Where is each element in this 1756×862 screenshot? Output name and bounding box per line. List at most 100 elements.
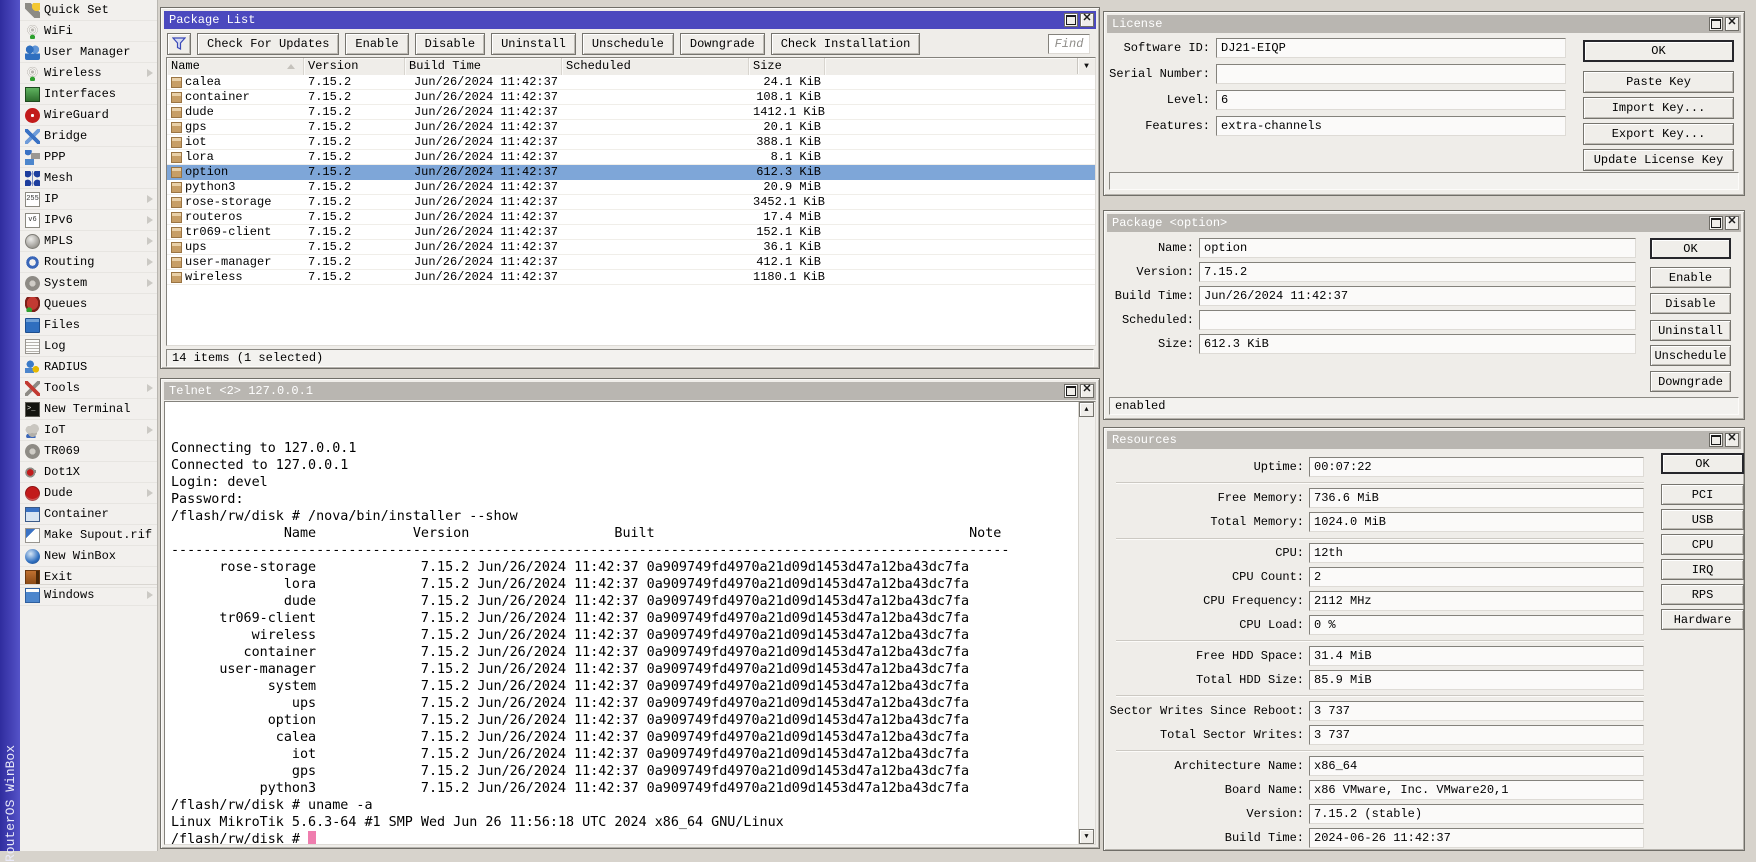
package-list-titlebar[interactable]: Package List ✕ [164,11,1096,29]
sidebar-item-ppp[interactable]: PPP [20,147,157,168]
package-row-option[interactable]: option7.15.2Jun/26/2024 11:42:37612.3 Ki… [167,165,1095,180]
resources-hardware-button[interactable]: Hardware [1661,609,1744,630]
resources-cpu-button[interactable]: CPU [1661,534,1744,555]
package-row-lora[interactable]: lora7.15.2Jun/26/2024 11:42:378.1 KiB [167,150,1095,165]
sidebar-item-mpls[interactable]: MPLS [20,231,157,252]
terminal-area[interactable]: Connecting to 127.0.0.1 Connected to 127… [164,401,1096,845]
sidebar-item-log[interactable]: Log [20,336,157,357]
maximize-button[interactable] [1709,17,1723,31]
license-ok-button[interactable]: OK [1583,40,1734,62]
package-row-rose-storage[interactable]: rose-storage7.15.2Jun/26/2024 11:42:3734… [167,195,1095,210]
sidebar-item-ip[interactable]: 255IP [20,189,157,210]
disable-button[interactable]: Disable [415,33,485,55]
column-header-scheduled[interactable]: Scheduled [562,58,749,75]
column-header-size[interactable]: Size [749,58,825,75]
sidebar-item-iot[interactable]: IoT [20,420,157,441]
resources-rps-button[interactable]: RPS [1661,584,1744,605]
column-header-build-time[interactable]: Build Time [405,58,562,75]
resources-value-free-memory[interactable]: 736.6 MiB [1309,488,1644,508]
resources-value-sector-writes-since-reboot[interactable]: 3 737 [1309,701,1644,721]
resources-titlebar[interactable]: Resources ✕ [1107,431,1741,449]
resources-value-total-memory[interactable]: 1024.0 MiB [1309,512,1644,532]
package-option-titlebar[interactable]: Package <option> ✕ [1107,214,1741,232]
sidebar-item-routing[interactable]: Routing [20,252,157,273]
sidebar-item-dot1x[interactable]: Dot1X [20,462,157,483]
sidebar-item-dude[interactable]: Dude [20,483,157,504]
license-update-license-key-button[interactable]: Update License Key [1583,149,1734,171]
license-export-key-button[interactable]: Export Key... [1583,123,1734,145]
unschedule-button[interactable]: Unschedule [582,33,674,55]
resources-usb-button[interactable]: USB [1661,509,1744,530]
sidebar-item-ipv6[interactable]: v6IPv6 [20,210,157,231]
resources-pci-button[interactable]: PCI [1661,484,1744,505]
package-value-size[interactable]: 612.3 KiB [1199,334,1636,354]
sidebar-item-container[interactable]: Container [20,504,157,525]
resources-value-total-sector-writes[interactable]: 3 737 [1309,725,1644,745]
package-value-name[interactable]: option [1199,238,1636,258]
package-value-scheduled[interactable] [1199,310,1636,330]
find-input[interactable]: Find [1048,34,1090,54]
sidebar-item-make-supout-rif[interactable]: Make Supout.rif [20,525,157,546]
sidebar-item-system[interactable]: System [20,273,157,294]
resources-value-build-time[interactable]: 2024-06-26 11:42:37 [1309,828,1644,848]
resources-value-cpu[interactable]: 12th [1309,543,1644,563]
resources-value-cpu-count[interactable]: 2 [1309,567,1644,587]
scroll-up-button[interactable]: ▲ [1079,402,1094,417]
license-import-key-button[interactable]: Import Key... [1583,97,1734,119]
package-row-container[interactable]: container7.15.2Jun/26/2024 11:42:37108.1… [167,90,1095,105]
package-row-wireless[interactable]: wireless7.15.2Jun/26/2024 11:42:371180.1… [167,270,1095,285]
license-titlebar[interactable]: License ✕ [1107,15,1741,33]
scroll-down-button[interactable]: ▼ [1079,829,1094,844]
sidebar-item-wireguard[interactable]: WireGuard [20,105,157,126]
resources-irq-button[interactable]: IRQ [1661,559,1744,580]
license-value-level[interactable]: 6 [1216,90,1566,110]
sidebar-item-quick-set[interactable]: Quick Set [20,0,157,21]
resources-value-board-name[interactable]: x86 VMware, Inc. VMware20,1 [1309,780,1644,800]
sidebar-item-mesh[interactable]: Mesh [20,168,157,189]
package-uninstall-button[interactable]: Uninstall [1650,320,1731,341]
sidebar-item-wifi[interactable]: WiFi [20,21,157,42]
sidebar-item-radius[interactable]: RADIUS [20,357,157,378]
license-paste-key-button[interactable]: Paste Key [1583,71,1734,93]
filter-button[interactable] [167,33,191,55]
package-ok-button[interactable]: OK [1650,238,1731,259]
column-header-version[interactable]: Version [304,58,405,75]
resources-value-version[interactable]: 7.15.2 (stable) [1309,804,1644,824]
maximize-button[interactable] [1709,216,1723,230]
resources-value-cpu-frequency[interactable]: 2112 MHz [1309,591,1644,611]
license-value-features[interactable]: extra-channels [1216,116,1566,136]
package-row-python3[interactable]: python37.15.2Jun/26/2024 11:42:3720.9 Mi… [167,180,1095,195]
telnet-titlebar[interactable]: Telnet <2> 127.0.0.1 ✕ [164,382,1096,400]
close-button[interactable]: ✕ [1080,13,1094,27]
maximize-button[interactable] [1709,433,1723,447]
maximize-button[interactable] [1064,13,1078,27]
resources-value-architecture-name[interactable]: x86_64 [1309,756,1644,776]
resources-ok-button[interactable]: OK [1661,453,1744,474]
package-value-build-time[interactable]: Jun/26/2024 11:42:37 [1199,286,1636,306]
column-header-name[interactable]: Name [167,58,304,75]
sidebar-item-queues[interactable]: Queues [20,294,157,315]
sidebar-item-files[interactable]: Files [20,315,157,336]
column-select-button[interactable]: ▼ [1077,58,1095,74]
resources-value-cpu-load[interactable]: 0 % [1309,615,1644,635]
sidebar-item-user-manager[interactable]: User Manager [20,42,157,63]
sidebar-item-tools[interactable]: Tools [20,378,157,399]
close-button[interactable]: ✕ [1725,17,1739,31]
resources-value-total-hdd-size[interactable]: 85.9 MiB [1309,670,1644,690]
close-button[interactable]: ✕ [1725,433,1739,447]
check-installation-button[interactable]: Check Installation [771,33,921,55]
package-unschedule-button[interactable]: Unschedule [1650,345,1731,366]
enable-button[interactable]: Enable [345,33,408,55]
package-row-routeros[interactable]: routeros7.15.2Jun/26/2024 11:42:3717.4 M… [167,210,1095,225]
sidebar-item-new-winbox[interactable]: New WinBox [20,546,157,567]
close-button[interactable]: ✕ [1080,384,1094,398]
package-value-version[interactable]: 7.15.2 [1199,262,1636,282]
sidebar-item-windows[interactable]: Windows [20,584,157,606]
package-row-dude[interactable]: dude7.15.2Jun/26/2024 11:42:371412.1 KiB [167,105,1095,120]
sidebar-item-wireless[interactable]: Wireless [20,63,157,84]
terminal-scrollbar[interactable]: ▲ ▼ [1078,402,1095,844]
check-for-updates-button[interactable]: Check For Updates [197,33,339,55]
close-button[interactable]: ✕ [1725,216,1739,230]
resources-value-uptime[interactable]: 00:07:22 [1309,457,1644,477]
resources-value-free-hdd-space[interactable]: 31.4 MiB [1309,646,1644,666]
